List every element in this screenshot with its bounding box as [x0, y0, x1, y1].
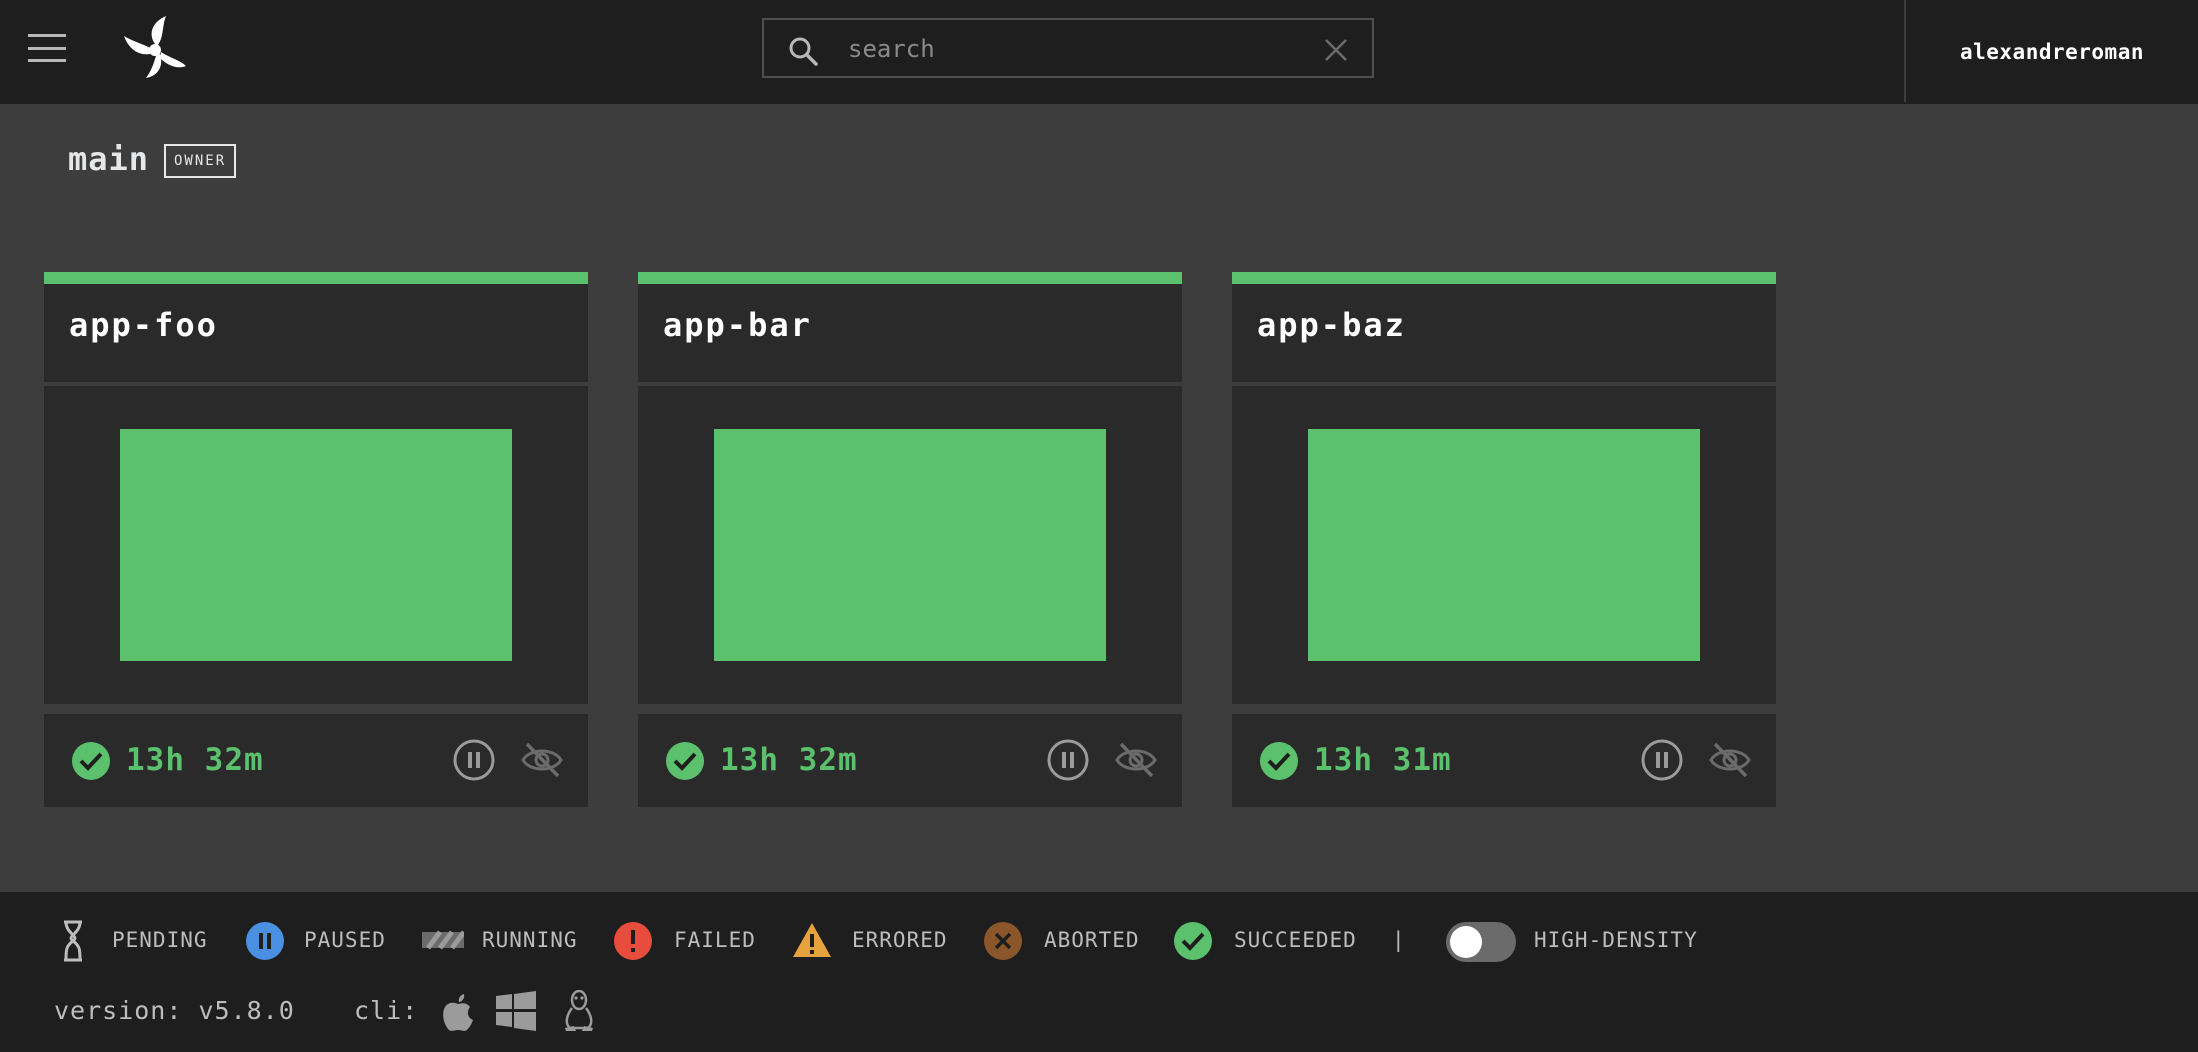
pipeline-card: app-foo 13h 32m: [44, 272, 588, 807]
pause-icon[interactable]: [1640, 738, 1684, 782]
pipeline-preview[interactable]: [44, 386, 588, 704]
close-icon[interactable]: [1324, 38, 1348, 62]
pipeline-card: app-baz 13h 31m: [1232, 272, 1776, 807]
eye-slash-icon[interactable]: [520, 740, 564, 780]
warning-triangle-icon: [793, 923, 831, 957]
windows-icon[interactable]: [496, 990, 536, 1032]
paused-icon: [246, 922, 284, 960]
toggle-knob: [1450, 926, 1482, 958]
succeeded-check-icon: [666, 742, 704, 780]
pipeline-preview[interactable]: [638, 386, 1182, 704]
succeeded-check-icon: [1260, 742, 1298, 780]
pipeline-duration: 13h 32m: [720, 742, 858, 778]
legend-pending-label: PENDING: [112, 928, 208, 952]
apple-icon[interactable]: [440, 990, 476, 1032]
search-box: [762, 18, 1374, 78]
status-banner: [638, 272, 1182, 284]
legend-failed-label: FAILED: [674, 928, 756, 952]
pipeline-preview[interactable]: [1232, 386, 1776, 704]
pipeline-name[interactable]: app-bar: [663, 306, 812, 344]
status-banner: [44, 272, 588, 284]
pipeline-card-header[interactable]: app-bar: [638, 284, 1182, 382]
owner-badge: OWNER: [164, 144, 237, 178]
team-name: main: [68, 140, 150, 178]
pipeline-preview-box[interactable]: [1308, 429, 1700, 661]
cli-label: cli:: [354, 996, 419, 1025]
pipeline-duration: 13h 32m: [126, 742, 264, 778]
pipeline-preview-box[interactable]: [714, 429, 1106, 661]
succeeded-check-icon: [1174, 922, 1212, 960]
legend-running-label: RUNNING: [482, 928, 578, 952]
legend-aborted-label: ABORTED: [1044, 928, 1140, 952]
pipeline-preview-box[interactable]: [120, 429, 512, 661]
user-menu[interactable]: alexandreroman: [1906, 0, 2198, 104]
version-text: version: v5.8.0: [54, 996, 295, 1025]
succeeded-check-icon: [72, 742, 110, 780]
pipeline-name[interactable]: app-foo: [69, 306, 218, 344]
legend-errored-label: ERRORED: [852, 928, 948, 952]
linux-tux-icon[interactable]: [562, 990, 596, 1032]
eye-slash-icon[interactable]: [1708, 740, 1752, 780]
pipeline-name[interactable]: app-baz: [1257, 306, 1406, 344]
pipeline-card-header[interactable]: app-baz: [1232, 284, 1776, 382]
pipeline-card-footer: 13h 32m: [638, 714, 1182, 807]
failed-exclamation-icon: [614, 922, 652, 960]
pipeline-card-footer: 13h 31m: [1232, 714, 1776, 807]
pipeline-card-footer: 13h 32m: [44, 714, 588, 807]
search-input[interactable]: [848, 28, 1278, 70]
legend-paused-label: PAUSED: [304, 928, 386, 952]
eye-slash-icon[interactable]: [1114, 740, 1158, 780]
top-bar: alexandreroman: [0, 0, 2198, 104]
pipeline-card-header[interactable]: app-foo: [44, 284, 588, 382]
status-banner: [1232, 272, 1776, 284]
legend-succeeded-label: SUCCEEDED: [1234, 928, 1357, 952]
high-density-label: HIGH-DENSITY: [1534, 928, 1698, 952]
pause-icon[interactable]: [452, 738, 496, 782]
footer: PENDING PAUSED RUNNING FAILED ERRORED AB…: [0, 892, 2198, 1052]
search-icon: [789, 37, 818, 66]
concourse-logo-icon[interactable]: [122, 14, 188, 80]
hourglass-icon: [64, 920, 82, 962]
pipeline-duration: 13h 31m: [1314, 742, 1452, 778]
pipeline-card: app-bar 13h 32m: [638, 272, 1182, 807]
hamburger-menu-icon[interactable]: [28, 34, 66, 62]
legend-separator: |: [1392, 928, 1405, 952]
high-density-toggle[interactable]: [1446, 922, 1516, 962]
pause-icon[interactable]: [1046, 738, 1090, 782]
running-striped-icon: [422, 930, 464, 950]
aborted-x-icon: [984, 922, 1022, 960]
